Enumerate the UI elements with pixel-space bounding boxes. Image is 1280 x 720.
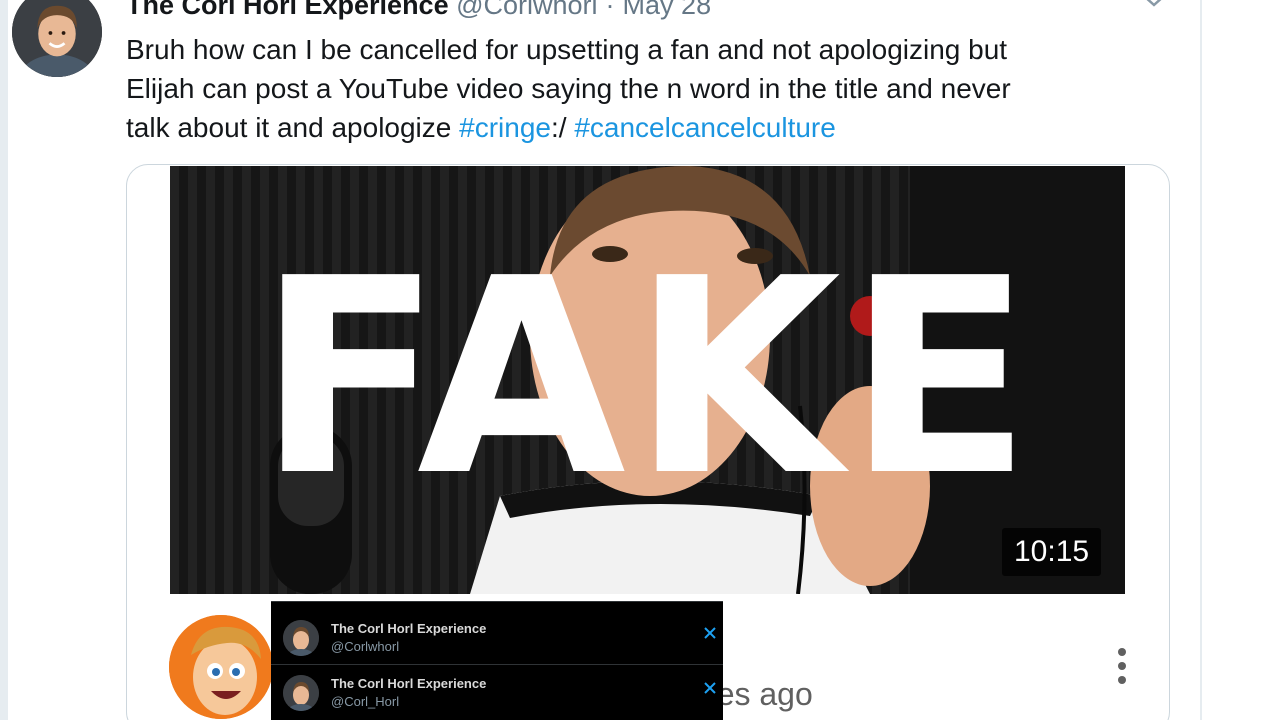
account-display-name: The Corl Horl Experience	[331, 676, 487, 691]
tweet-author-avatar[interactable]	[9, 0, 105, 80]
close-icon[interactable]	[703, 626, 717, 640]
timeline-left-border	[0, 0, 8, 720]
account-display-name: The Corl Horl Experience	[331, 621, 487, 636]
channel-avatar[interactable]	[169, 615, 273, 719]
account-avatar	[283, 675, 319, 711]
more-vertical-icon[interactable]	[1113, 646, 1131, 686]
account-handle: @Corl_Horl	[331, 694, 400, 709]
account-row[interactable]: The Corl Horl Experience @Corlwhorl	[271, 610, 723, 664]
tweet-text: Bruh how can I be cancelled for upsettin…	[126, 30, 1166, 147]
fake-stamp-overlay: FAKE	[257, 220, 1038, 535]
video-thumbnail[interactable]: FAKE 10:15	[170, 166, 1125, 594]
timeline-right-border	[1200, 0, 1202, 720]
tweet-text-line: Bruh how can I be cancelled for upsettin…	[126, 34, 1008, 65]
cartoon-avatar-icon	[169, 615, 273, 719]
video-duration-badge: 10:15	[1002, 528, 1102, 576]
user-avatar-icon	[283, 675, 319, 711]
tweet-text-line: Elijah can post a YouTube video saying t…	[126, 73, 1011, 104]
tweet-text-fragment: talk about it and apologize	[126, 112, 460, 143]
hashtag-link[interactable]: #cancelcancelculture	[574, 112, 836, 143]
user-avatar-icon	[283, 620, 319, 656]
tweet-text-fragment: :/	[550, 112, 575, 143]
tweet-date[interactable]: May 28	[623, 0, 712, 20]
header-separator: ·	[605, 0, 615, 20]
account-switcher-popup: The Corl Horl Experience @Corlwhorl The …	[271, 601, 723, 720]
hashtag-link[interactable]: #cringe	[459, 112, 551, 143]
user-avatar-icon	[12, 0, 102, 77]
chevron-down-icon[interactable]	[1140, 0, 1168, 12]
author-handle[interactable]: @Corlwhorl	[456, 0, 597, 20]
close-icon[interactable]	[703, 681, 717, 695]
account-avatar	[283, 620, 319, 656]
tweet-header: The Corl Horl Experience @Corlwhorl · May …	[126, 0, 711, 22]
author-display-name[interactable]: The Corl Horl Experience	[126, 0, 449, 20]
account-handle: @Corlwhorl	[331, 639, 400, 654]
account-row[interactable]: The Corl Horl Experience @Corl_Horl	[271, 664, 723, 718]
tweet-text-line: talk about it and apologize #cringe:/ #c…	[126, 108, 1166, 147]
